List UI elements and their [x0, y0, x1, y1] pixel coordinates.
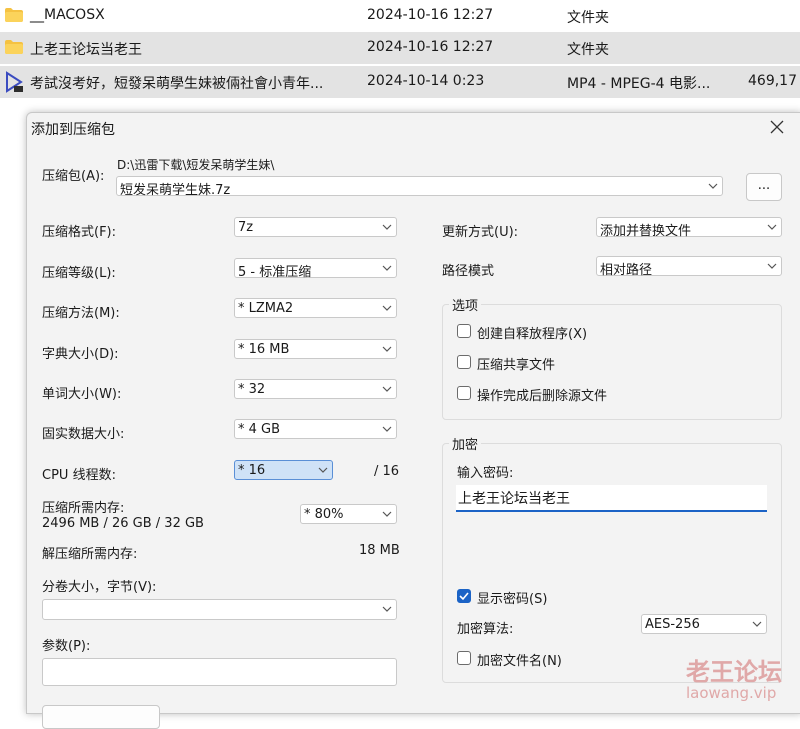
cpu-value: * 16: [238, 463, 266, 478]
solid-value: * 4 GB: [238, 422, 281, 437]
params-label: 参数(P):: [42, 639, 91, 654]
checkmark-icon: [459, 592, 469, 601]
encryption-title: 加密: [449, 434, 482, 453]
solid-select[interactable]: * 4 GB: [234, 419, 397, 439]
chevron-down-icon: [708, 183, 718, 189]
method-select[interactable]: * LZMA2: [234, 298, 397, 318]
dict-label: 字典大小(D):: [42, 347, 119, 362]
path-mode-value: 相对路径: [600, 263, 653, 278]
bottom-button[interactable]: [42, 705, 160, 729]
chevron-down-icon: [382, 265, 392, 271]
archive-name-combo[interactable]: 短发呆萌学生妹.7z: [116, 176, 723, 198]
options-title: 选项: [449, 295, 482, 314]
folder-icon: [5, 40, 23, 54]
dialog-title: 添加到压缩包: [31, 122, 115, 138]
decompress-memory-label: 解压缩所需内存:: [42, 547, 138, 562]
file-name: __MACOSX: [30, 7, 105, 23]
params-input[interactable]: [42, 658, 397, 686]
shared-files-checkbox[interactable]: [457, 355, 471, 369]
file-date: 2024-10-16 12:27: [367, 7, 494, 23]
add-to-archive-dialog: 添加到压缩包 压缩包(A): D:\迅雷下载\短发呆萌学生妹\ 短发呆萌学生妹.…: [26, 112, 800, 729]
file-name: 考試沒考好，短發呆萌學生妹被倆社會小青年...: [30, 76, 324, 92]
chevron-down-icon: [318, 467, 328, 473]
encrypt-names-label: 加密文件名(N): [477, 654, 562, 669]
path-mode-label: 路径模式: [442, 264, 495, 279]
encrypt-names-checkbox[interactable]: [457, 651, 471, 665]
folder-icon: [5, 8, 23, 22]
file-name: 上老王论坛当老王: [30, 42, 142, 58]
cpu-label: CPU 线程数:: [42, 468, 116, 483]
show-password-label: 显示密码(S): [477, 592, 548, 607]
algorithm-value: AES-256: [645, 617, 700, 632]
chevron-down-icon: [382, 346, 392, 352]
decompress-memory-value: 18 MB: [359, 543, 400, 558]
archive-label: 压缩包(A):: [42, 169, 105, 184]
path-mode-select[interactable]: 相对路径: [596, 256, 782, 278]
archive-name-value: 短发呆萌学生妹.7z: [120, 183, 231, 198]
file-size: 469,17: [748, 73, 797, 89]
close-button[interactable]: [765, 115, 789, 139]
file-row[interactable]: __MACOSX 2024-10-16 12:27 文件夹: [0, 0, 800, 32]
cpu-total: / 16: [374, 464, 400, 479]
split-size-label: 分卷大小，字节(V):: [42, 580, 157, 595]
chevron-down-icon: [752, 621, 762, 627]
password-label: 输入密码:: [457, 466, 514, 481]
delete-source-checkbox[interactable]: [457, 386, 471, 400]
shared-files-label: 压缩共享文件: [477, 358, 556, 373]
archive-path: D:\迅雷下载\短发呆萌学生妹\: [117, 158, 275, 172]
file-type: 文件夹: [567, 42, 609, 58]
sfx-checkbox[interactable]: [457, 324, 471, 338]
chevron-down-icon: [767, 263, 777, 269]
update-mode-value: 添加并替换文件: [600, 224, 692, 239]
level-select[interactable]: 5 - 标准压缩: [234, 258, 397, 280]
dict-select[interactable]: * 16 MB: [234, 339, 397, 359]
cpu-threads-select[interactable]: * 16: [234, 460, 333, 480]
file-type: MP4 - MPEG-4 电影...: [567, 76, 711, 92]
password-input[interactable]: 上老王论坛当老王: [456, 485, 767, 512]
level-value: 5 - 标准压缩: [238, 265, 312, 280]
word-value: * 32: [238, 382, 266, 397]
file-row-selected[interactable]: 上老王论坛当老王 2024-10-16 12:27 文件夹: [0, 32, 800, 64]
close-icon: [770, 120, 784, 134]
sfx-label: 创建自释放程序(X): [477, 327, 588, 342]
update-mode-select[interactable]: 添加并替换文件: [596, 217, 782, 239]
chevron-down-icon: [382, 426, 392, 432]
memory-percent-value: * 80%: [304, 507, 344, 522]
watermark-url: laowang.vip: [686, 684, 777, 702]
chevron-down-icon: [382, 305, 392, 311]
word-label: 单词大小(W):: [42, 387, 122, 402]
file-type: 文件夹: [567, 10, 609, 26]
file-date: 2024-10-16 12:27: [367, 39, 494, 55]
format-select[interactable]: 7z: [234, 217, 397, 237]
memory-label: 压缩所需内存:: [42, 501, 125, 516]
password-value: 上老王论坛当老王: [458, 491, 570, 507]
file-row-selected[interactable]: 考試沒考好，短發呆萌學生妹被倆社會小青年... 2024-10-14 0:23 …: [0, 66, 800, 98]
delete-source-label: 操作完成后删除源文件: [477, 389, 608, 404]
video-file-icon: [6, 71, 23, 93]
format-value: 7z: [238, 220, 254, 235]
split-size-combo[interactable]: [42, 599, 397, 620]
format-label: 压缩格式(F):: [42, 225, 117, 240]
memory-percent-select[interactable]: * 80%: [300, 504, 397, 524]
level-label: 压缩等级(L):: [42, 266, 116, 281]
file-date: 2024-10-14 0:23: [367, 73, 485, 89]
word-select[interactable]: * 32: [234, 379, 397, 399]
chevron-down-icon: [382, 386, 392, 392]
chevron-down-icon: [382, 511, 392, 517]
chevron-down-icon: [382, 606, 392, 612]
method-value: * LZMA2: [238, 301, 294, 316]
chevron-down-icon: [767, 224, 777, 230]
watermark-text: 老王论坛: [686, 658, 782, 686]
algorithm-label: 加密算法:: [457, 622, 514, 637]
method-label: 压缩方法(M):: [42, 306, 120, 321]
dict-value: * 16 MB: [238, 342, 290, 357]
algorithm-select[interactable]: AES-256: [641, 614, 767, 634]
browse-button[interactable]: ...: [746, 173, 782, 201]
memory-value: 2496 MB / 26 GB / 32 GB: [42, 516, 204, 531]
solid-label: 固实数据大小:: [42, 427, 125, 442]
show-password-checkbox[interactable]: [457, 589, 471, 603]
update-mode-label: 更新方式(U):: [442, 225, 519, 240]
chevron-down-icon: [382, 224, 392, 230]
